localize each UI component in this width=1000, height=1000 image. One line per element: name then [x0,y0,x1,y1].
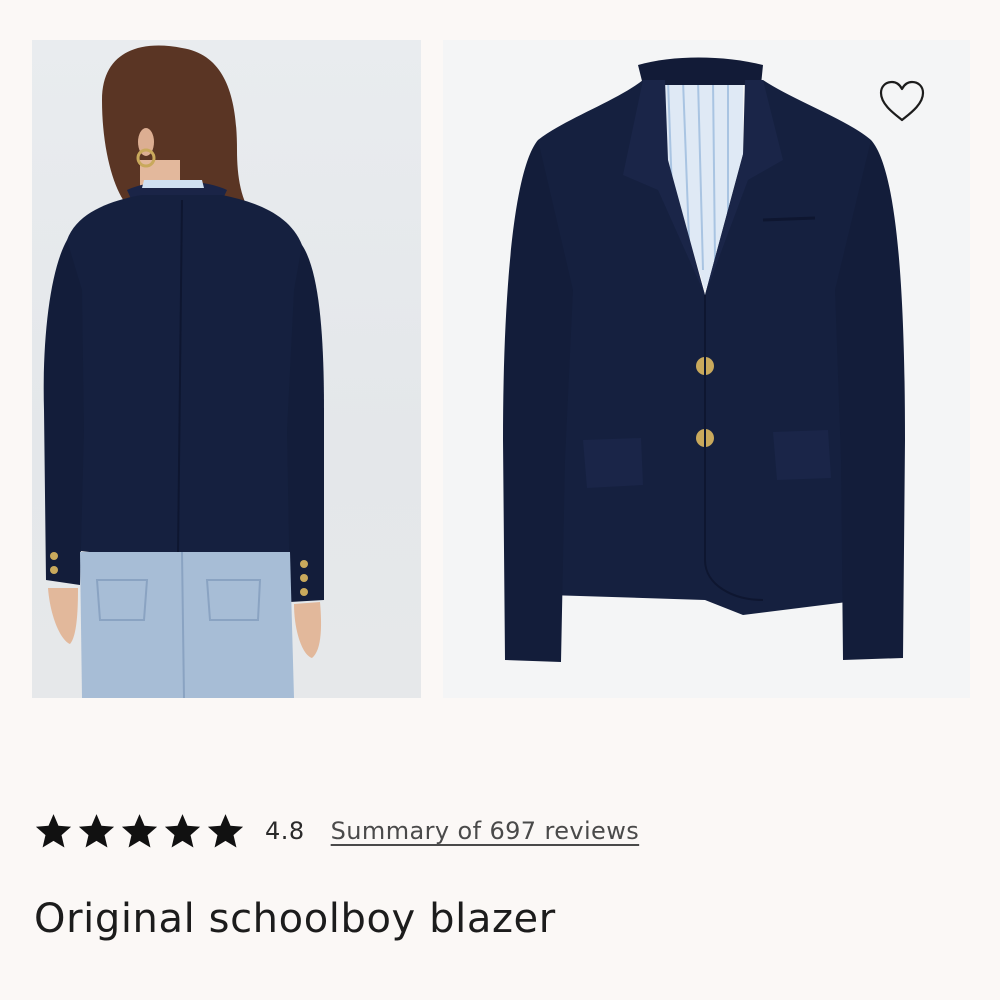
star-filled-icon [207,813,244,848]
star-filled-icon [78,813,115,848]
wishlist-button[interactable] [876,78,928,126]
star-filled-icon [35,813,72,848]
star-rating [33,811,246,852]
rating-row: 4.8 Summary of 697 reviews [33,806,639,856]
star-filled-icon [164,813,201,848]
product-title: Original schoolboy blazer [34,896,556,942]
product-image-front[interactable] [443,40,970,698]
model-back-illustration [43,45,324,698]
rating-value: 4.8 [265,817,305,845]
product-image-back[interactable] [32,40,421,698]
reviews-summary-link[interactable]: Summary of 697 reviews [331,817,639,845]
heart-outline-icon [879,80,925,122]
blazer-front-illustration [503,57,905,662]
star-filled-icon [121,813,158,848]
